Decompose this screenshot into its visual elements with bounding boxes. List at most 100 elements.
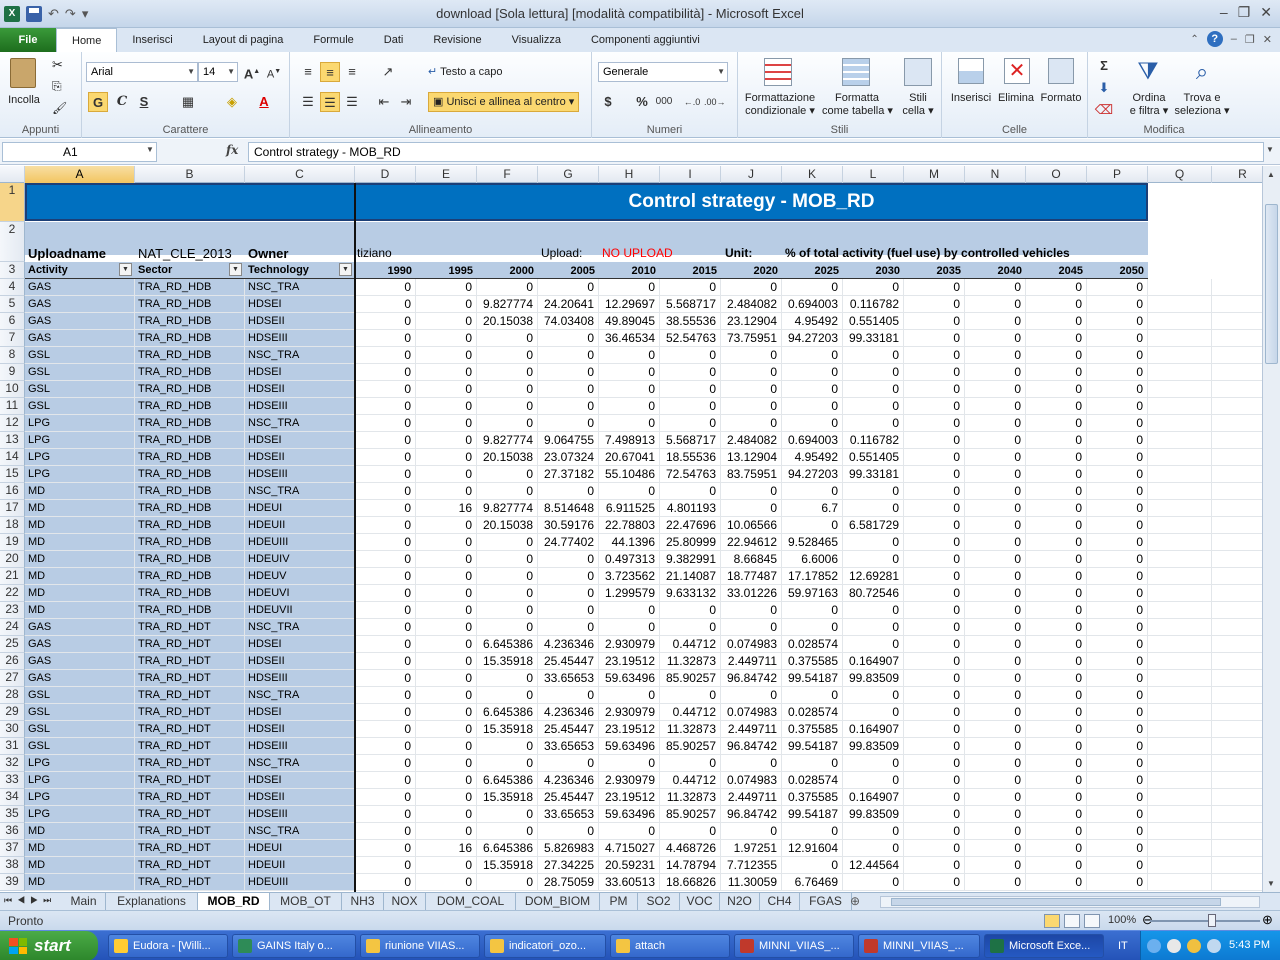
horizontal-scroll-thumb[interactable] — [891, 898, 1221, 906]
cell-value[interactable]: 0 — [416, 687, 477, 704]
cell-empty[interactable] — [1212, 772, 1262, 789]
cell-value[interactable]: 0 — [1087, 313, 1148, 330]
cell-value[interactable]: 0 — [904, 772, 965, 789]
cell-value[interactable]: 0 — [904, 364, 965, 381]
cell-value[interactable]: 30.59176 — [538, 517, 599, 534]
cell-value[interactable]: 0 — [965, 483, 1026, 500]
cell-value[interactable]: 0 — [1026, 823, 1087, 840]
cell-empty[interactable] — [1148, 738, 1212, 755]
column-header-q[interactable]: Q — [1148, 166, 1212, 183]
cell-sector[interactable]: TRA_RD_HDT — [135, 789, 245, 806]
cell-value[interactable]: 12.29697 — [599, 296, 660, 313]
cell-value[interactable]: 0 — [355, 381, 416, 398]
percent-icon[interactable]: % — [632, 92, 652, 112]
row-header-9[interactable]: 9 — [0, 364, 25, 381]
cell-value[interactable]: 0 — [965, 330, 1026, 347]
cell-value[interactable]: 0 — [355, 721, 416, 738]
cell-empty[interactable] — [1212, 279, 1262, 296]
tray-network-icon[interactable] — [1167, 939, 1181, 953]
cell-activity[interactable]: MD — [25, 585, 135, 602]
cell-value[interactable]: 9.528465 — [782, 534, 843, 551]
cell-value[interactable]: 0 — [660, 619, 721, 636]
cell-value[interactable]: 0 — [416, 381, 477, 398]
cell-value[interactable]: 0 — [904, 738, 965, 755]
cell-value[interactable]: 0 — [355, 415, 416, 432]
cell-sector[interactable]: TRA_RD_HDB — [135, 432, 245, 449]
cell-value[interactable]: 4.95492 — [782, 449, 843, 466]
cell-value[interactable]: 0.074983 — [721, 636, 782, 653]
cell-value[interactable]: 0 — [843, 483, 904, 500]
cell-value[interactable]: 23.07324 — [538, 449, 599, 466]
cell-activity[interactable]: LPG — [25, 466, 135, 483]
cell-value[interactable]: 2.449711 — [721, 721, 782, 738]
delete-cells-button[interactable]: Elimina — [996, 92, 1036, 105]
cell-technology[interactable]: HDSEII — [245, 381, 355, 398]
cell-empty[interactable] — [1212, 432, 1262, 449]
cell-technology[interactable]: NSC_TRA — [245, 347, 355, 364]
cell-value[interactable]: 0 — [355, 313, 416, 330]
cell-value[interactable]: 2.930979 — [599, 636, 660, 653]
cell-value[interactable]: 0 — [1026, 364, 1087, 381]
cell-empty[interactable] — [1212, 653, 1262, 670]
tray-volume-icon[interactable] — [1207, 939, 1221, 953]
excel-app-icon[interactable]: X — [4, 6, 20, 22]
undo-icon[interactable]: ↶ — [48, 6, 59, 22]
cell-value[interactable]: 0.164907 — [843, 653, 904, 670]
cell-technology[interactable]: HDEUI — [245, 840, 355, 857]
cell-value[interactable]: 0 — [1026, 874, 1087, 891]
cell-activity[interactable]: GAS — [25, 670, 135, 687]
cell-value[interactable]: 0 — [965, 398, 1026, 415]
cell-value[interactable]: 0 — [965, 653, 1026, 670]
cell-activity[interactable]: LPG — [25, 449, 135, 466]
format-cells-button[interactable]: Formato — [1040, 92, 1082, 105]
font-color-icon[interactable]: A — [254, 92, 274, 112]
cell-value[interactable]: 0 — [904, 704, 965, 721]
cell-value[interactable]: 11.30059 — [721, 874, 782, 891]
cell-value[interactable]: 0 — [1026, 449, 1087, 466]
cell-activity[interactable]: MD — [25, 517, 135, 534]
cell-value[interactable]: 0 — [843, 840, 904, 857]
cell-value[interactable]: 0 — [904, 840, 965, 857]
insert-cells-button[interactable]: Inserisci — [948, 92, 994, 105]
cell-value[interactable]: 83.75951 — [721, 466, 782, 483]
cell-value[interactable]: 0 — [1026, 398, 1087, 415]
sheet-tab-ch4[interactable]: CH4 — [760, 893, 800, 910]
cell-empty[interactable] — [1212, 517, 1262, 534]
cell-value[interactable]: 0 — [416, 857, 477, 874]
cell-value[interactable]: 0 — [477, 347, 538, 364]
cell-value[interactable]: 0 — [416, 772, 477, 789]
format-as-table-icon[interactable] — [842, 58, 870, 86]
format-cells-icon[interactable] — [1048, 58, 1074, 84]
sheet-tab-mob-ot[interactable]: MOB_OT — [270, 893, 342, 910]
cell-value[interactable]: 94.27203 — [782, 330, 843, 347]
cell-value[interactable]: 0 — [904, 789, 965, 806]
cell-empty[interactable] — [1212, 415, 1262, 432]
cell-value[interactable]: 0 — [1026, 636, 1087, 653]
cell-value[interactable]: 0 — [1026, 585, 1087, 602]
cell-value[interactable]: 9.827774 — [477, 432, 538, 449]
cell-value[interactable]: 0 — [477, 364, 538, 381]
cell-value[interactable]: 12.69281 — [843, 568, 904, 585]
cell-technology[interactable]: HDSEIII — [245, 670, 355, 687]
cell-value[interactable]: 0 — [355, 840, 416, 857]
cell-value[interactable]: 0 — [1026, 721, 1087, 738]
cell-technology[interactable]: HDSEIII — [245, 398, 355, 415]
cell-value[interactable]: 0 — [355, 806, 416, 823]
cell-value[interactable]: 0 — [416, 483, 477, 500]
cell-value[interactable]: 0 — [1026, 330, 1087, 347]
cell-value[interactable]: 0 — [843, 364, 904, 381]
cell-technology[interactable]: HDEUIII — [245, 534, 355, 551]
cell-value[interactable]: 0 — [416, 415, 477, 432]
cell-value[interactable]: 0 — [904, 330, 965, 347]
cell-value[interactable]: 23.19512 — [599, 653, 660, 670]
cell-activity[interactable]: GAS — [25, 330, 135, 347]
cell-value[interactable]: 0.44712 — [660, 704, 721, 721]
cell-value[interactable]: 0 — [721, 619, 782, 636]
cell-value[interactable]: 0 — [1087, 653, 1148, 670]
cell-value[interactable]: 0 — [416, 738, 477, 755]
cell-value[interactable]: 0 — [477, 687, 538, 704]
cell-value[interactable]: 12.91604 — [782, 840, 843, 857]
sheet-tab-explanations[interactable]: Explanations — [106, 893, 198, 910]
cell-value[interactable]: 21.14087 — [660, 568, 721, 585]
cell-activity[interactable]: GSL — [25, 347, 135, 364]
